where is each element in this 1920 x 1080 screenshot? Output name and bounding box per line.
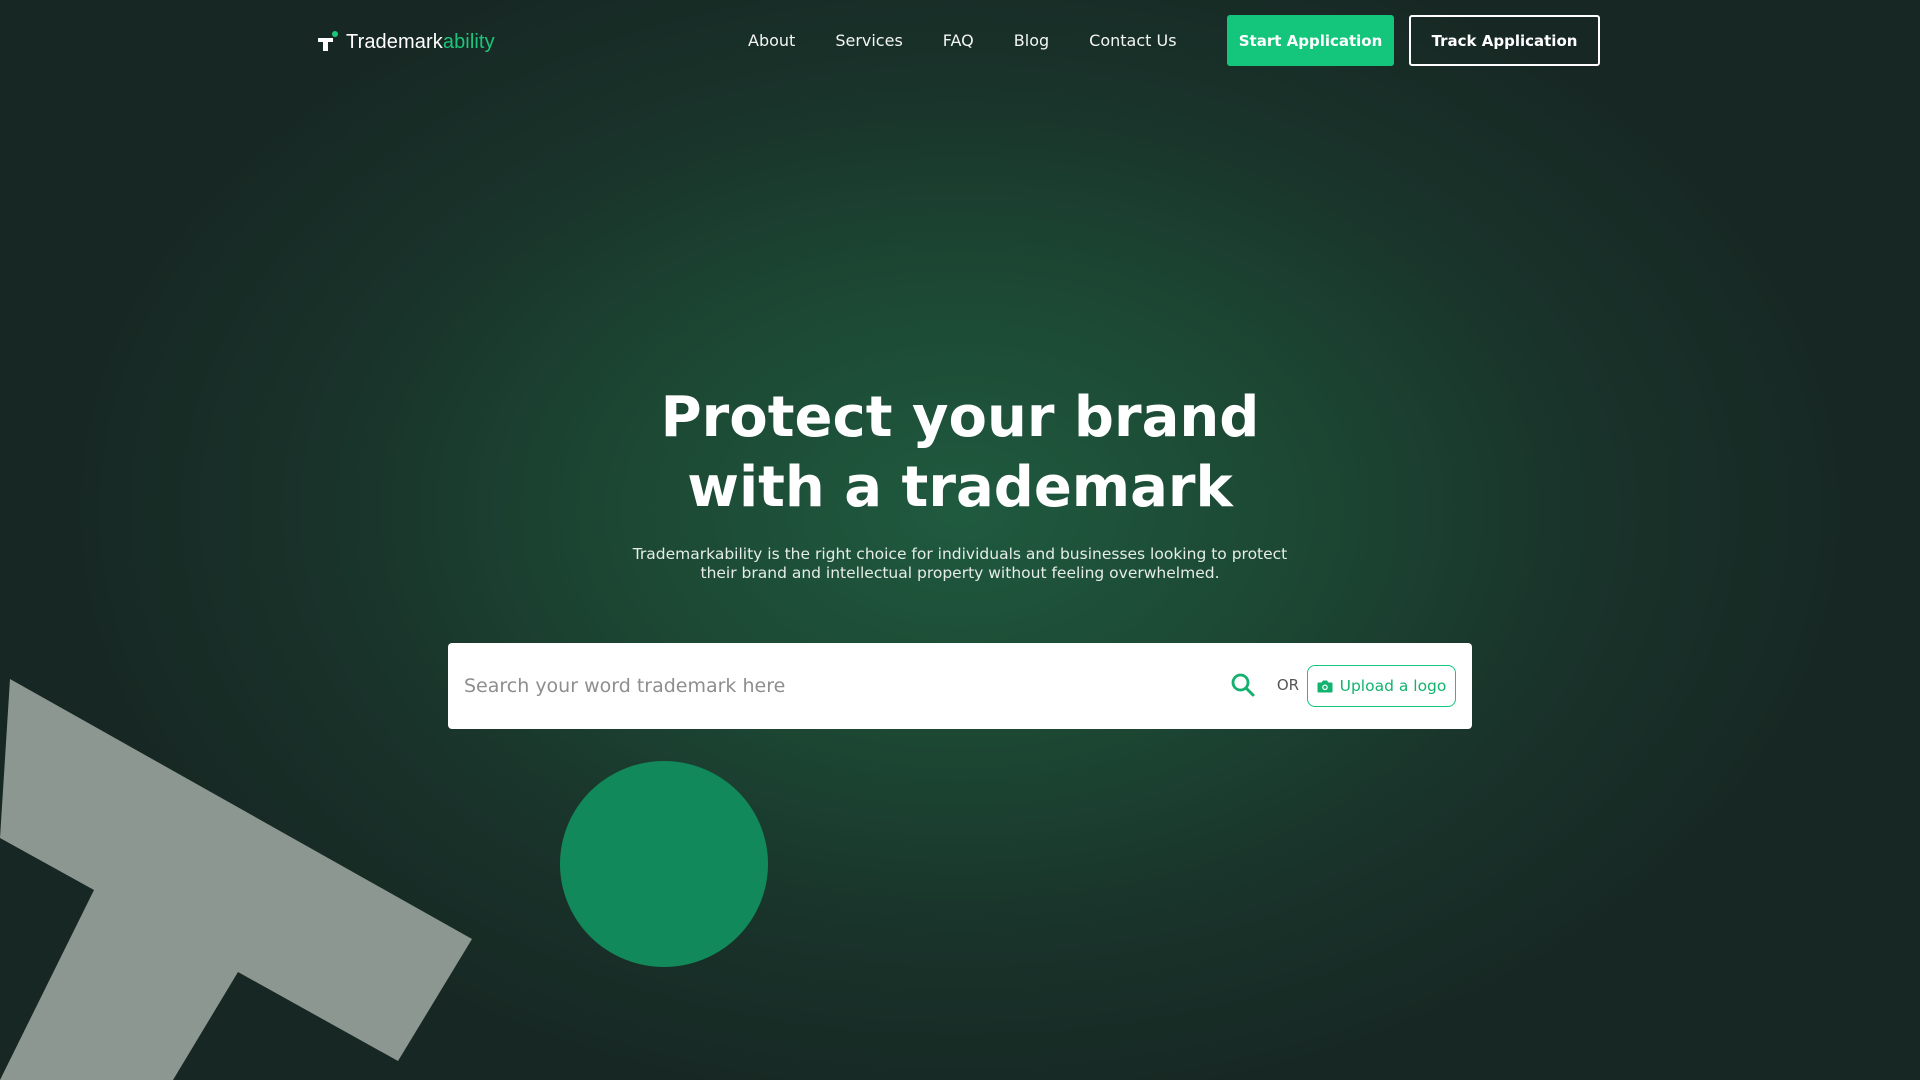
trademark-search-input[interactable] (464, 665, 1204, 707)
brand-logo[interactable]: Trademarkability (318, 28, 495, 56)
start-application-button[interactable]: Start Application (1227, 15, 1394, 66)
brand-name: Trademarkability (346, 31, 495, 54)
nav-item-about[interactable]: About (748, 31, 795, 50)
upload-logo-label: Upload a logo (1339, 677, 1447, 695)
hero-title-line-2: with a trademark (687, 455, 1233, 520)
hero-subtitle-line-2: their brand and intellectual property wi… (700, 564, 1220, 582)
search-icon[interactable] (1230, 672, 1256, 698)
upload-logo-button[interactable]: Upload a logo (1307, 665, 1456, 707)
hero-title-line-1: Protect your brand (660, 385, 1260, 450)
nav-item-contact-us[interactable]: Contact Us (1089, 31, 1176, 50)
brand-name-main: Trademark (346, 30, 443, 53)
decorative-t-shape (0, 679, 472, 1080)
main-nav: About Services FAQ Blog Contact Us (748, 28, 1177, 52)
nav-item-faq[interactable]: FAQ (943, 31, 974, 50)
hero-subtitle-line-1: Trademarkability is the right choice for… (632, 545, 1288, 563)
hero-title: Protect your brand with a trademark (0, 383, 1920, 523)
trademark-t-icon (318, 31, 338, 51)
nav-item-services[interactable]: Services (835, 31, 902, 50)
hero-subtitle: Trademarkability is the right choice for… (610, 545, 1310, 583)
site-header: Trademarkability About Services FAQ Blog… (0, 0, 1920, 80)
track-application-button[interactable]: Track Application (1409, 15, 1600, 66)
trademark-search-bar: OR Upload a logo (448, 643, 1472, 729)
camera-icon (1317, 680, 1333, 693)
or-separator: OR (1276, 676, 1300, 694)
brand-name-accent: ability (442, 30, 495, 53)
decorative-circle (560, 761, 768, 967)
nav-item-blog[interactable]: Blog (1014, 31, 1049, 50)
